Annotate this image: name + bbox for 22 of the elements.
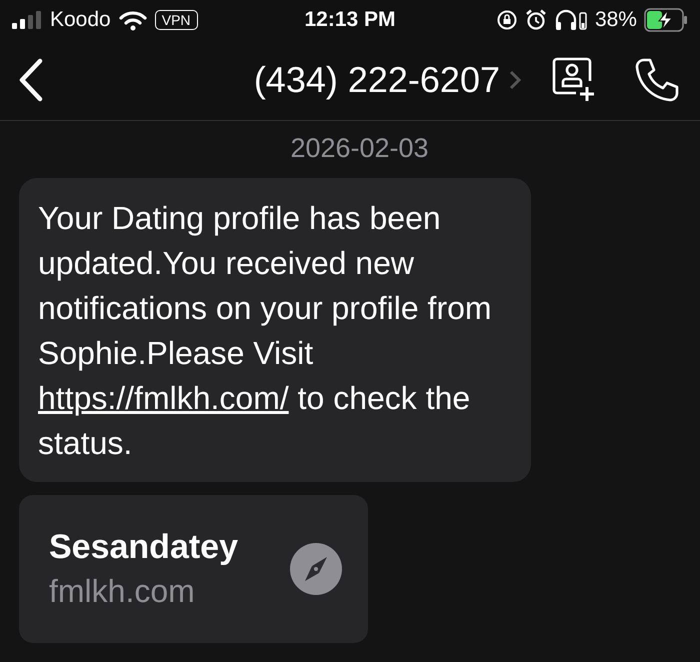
contact-number[interactable]: (434) 222-6207	[254, 59, 500, 101]
wifi-icon	[118, 10, 147, 30]
carrier-name: Koodo	[50, 8, 111, 32]
headphones-icon	[554, 9, 588, 31]
back-icon[interactable]	[18, 58, 44, 102]
status-time: 12:13 PM	[304, 8, 396, 32]
alarm-icon	[524, 9, 547, 31]
chevron-icon	[508, 69, 522, 91]
battery-charging-icon	[644, 8, 688, 32]
message-bubble: Your Dating profile has been updated.You received new notifications on your profile from Sophie.Please Visit https://fmlkh.com/ to check the status.	[19, 178, 531, 482]
preview-title: Sesandatey	[49, 528, 238, 567]
vpn-badge: VPN	[154, 10, 198, 30]
preview-domain: fmlkh.com	[49, 573, 196, 610]
compass-icon	[289, 542, 343, 596]
message-link[interactable]: https://fmlkh.com/	[38, 380, 289, 416]
message-date: 2026-02-03	[290, 133, 429, 164]
rotation-lock-icon	[496, 9, 518, 31]
phone-icon[interactable]	[634, 57, 680, 103]
add-contact-icon[interactable]	[552, 57, 596, 103]
battery-percent: 38%	[594, 8, 637, 32]
link-preview-card[interactable]: Sesandatey fmlkh.com	[19, 495, 368, 643]
signal-icon	[12, 10, 42, 30]
